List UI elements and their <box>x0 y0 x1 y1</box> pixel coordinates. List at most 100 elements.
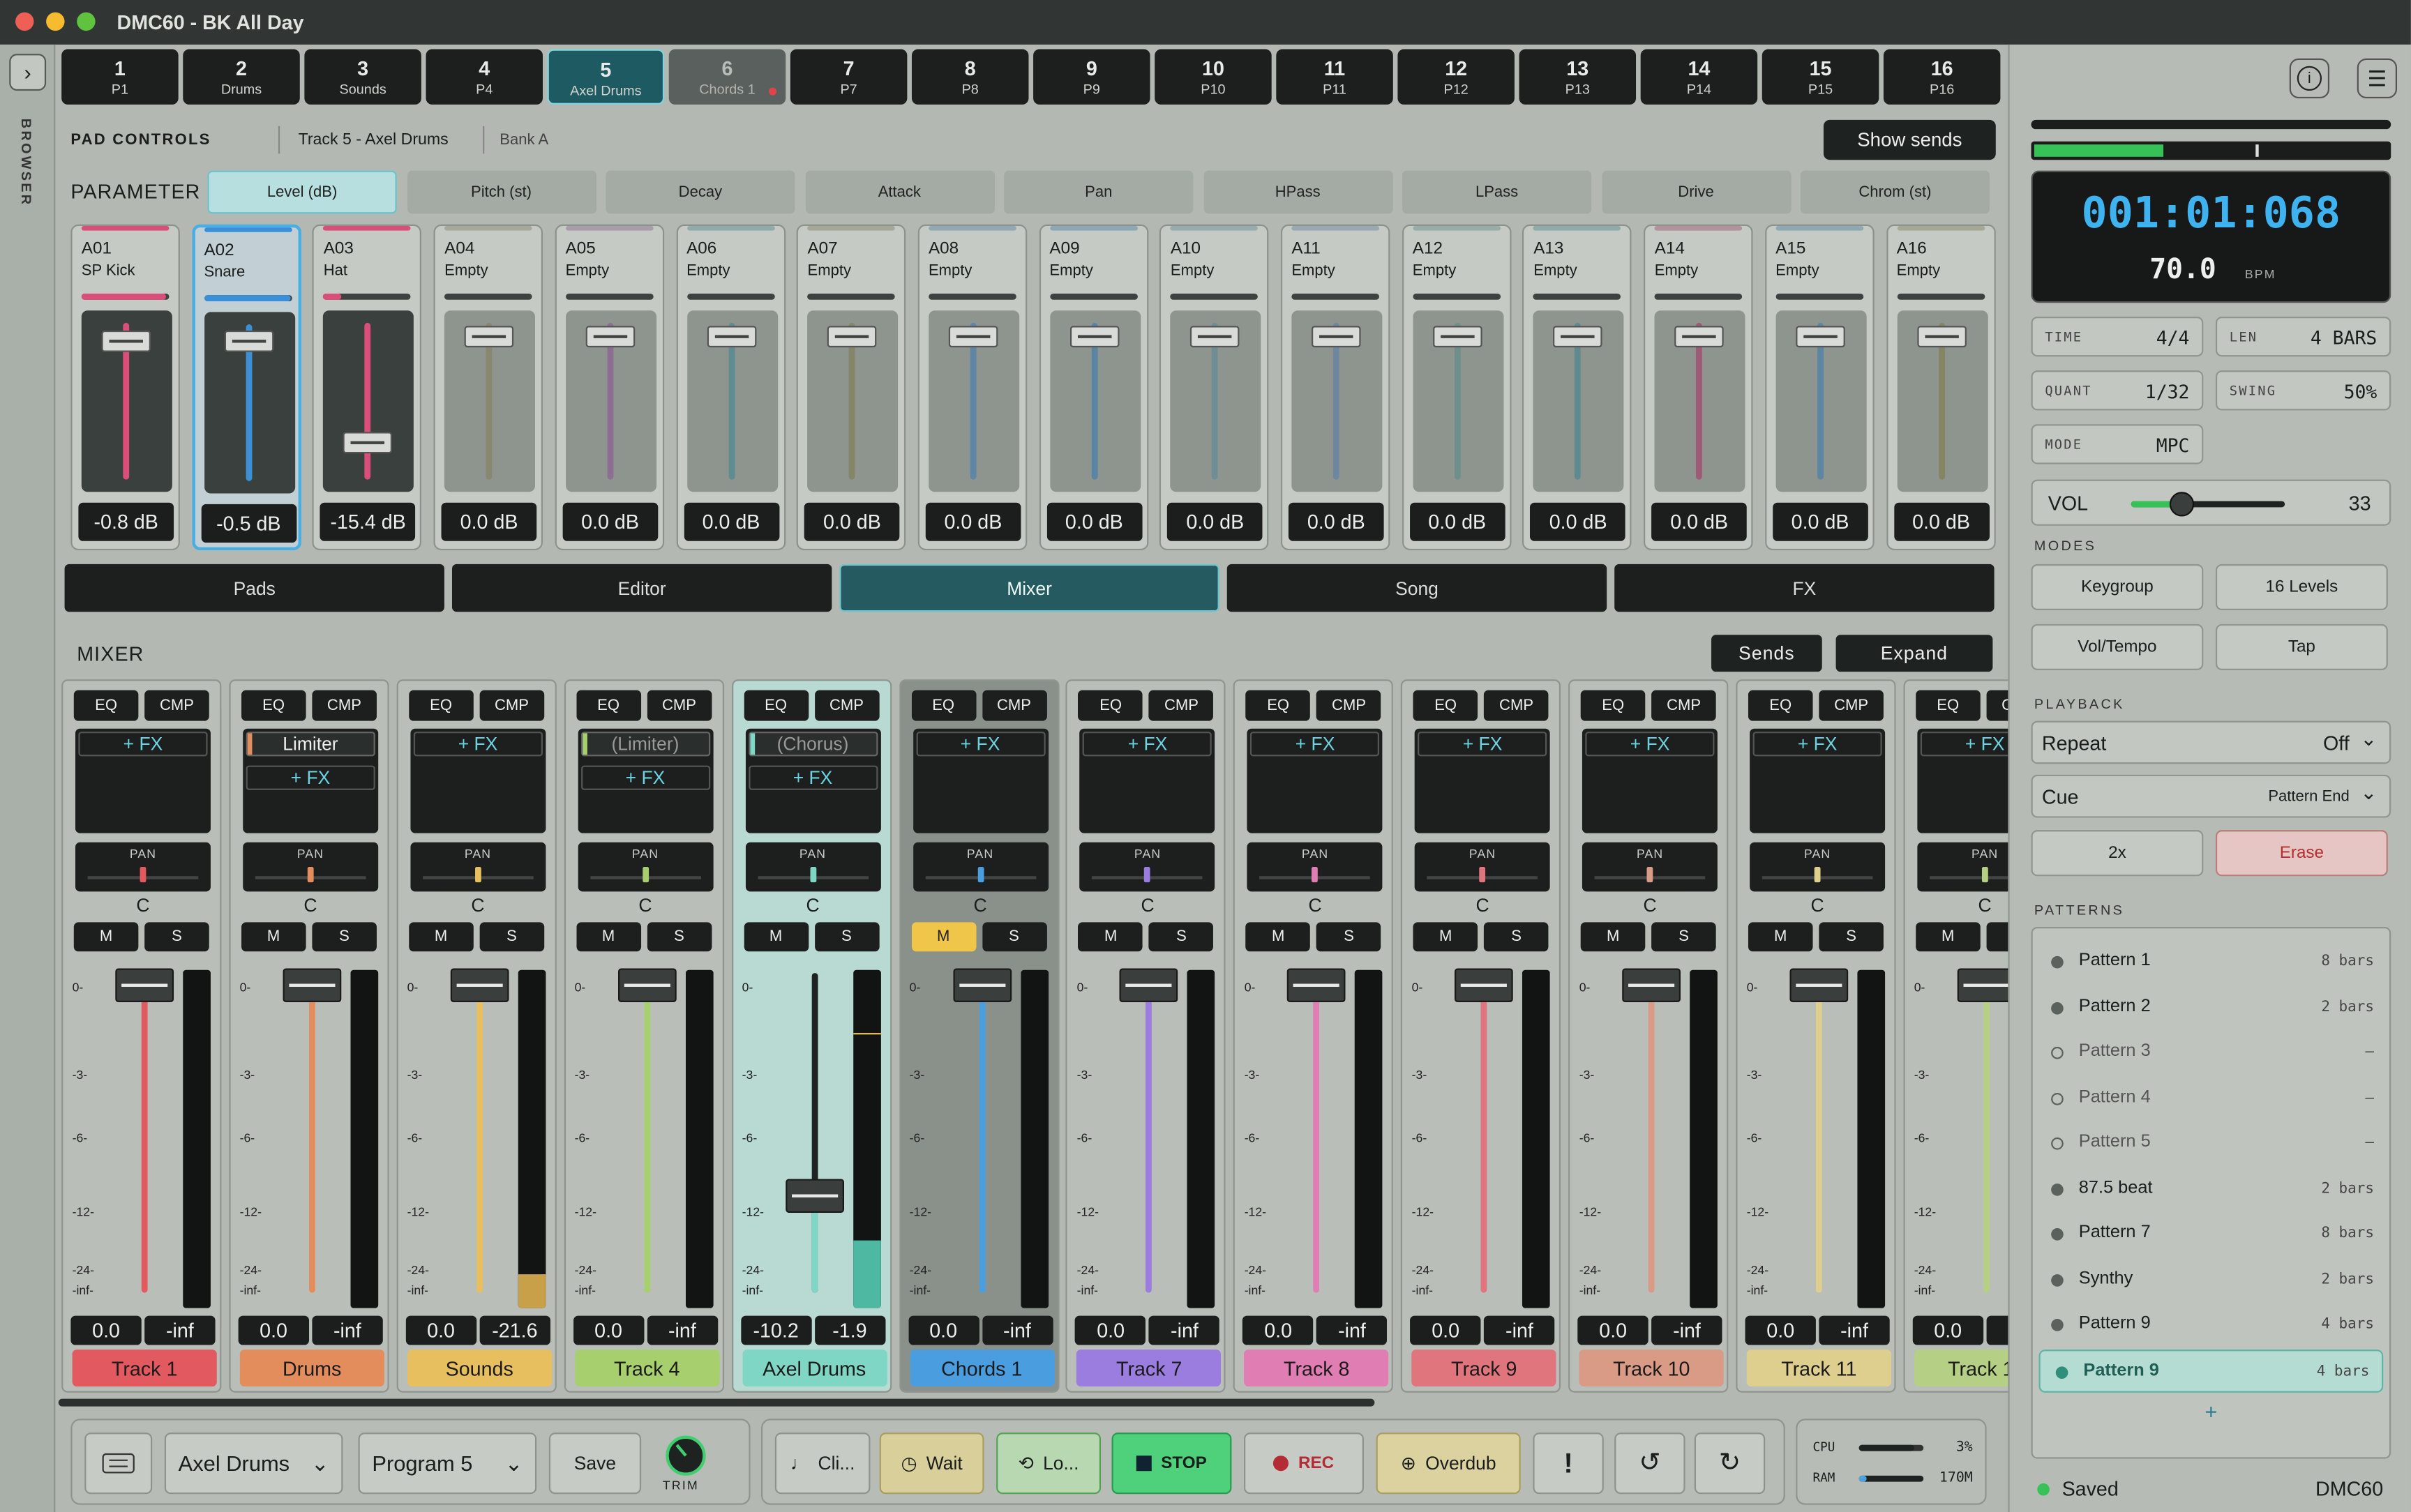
time-signature-field[interactable]: TIME 4/4 <box>2031 317 2204 357</box>
repeat-select[interactable]: Repeat Off ⌄ <box>2031 720 2391 764</box>
add-fx-button[interactable]: + FX <box>246 765 375 790</box>
pan-control[interactable]: PAN <box>1917 842 2008 892</box>
keygroup-button[interactable]: Keygroup <box>2031 564 2204 610</box>
eq-button[interactable]: EQ <box>1245 690 1311 721</box>
pad-fader[interactable] <box>1533 310 1625 492</box>
mute-button[interactable]: M <box>1078 922 1143 952</box>
pan-knob[interactable] <box>1814 867 1821 883</box>
eq-button[interactable]: EQ <box>73 690 139 721</box>
solo-button[interactable]: S <box>1819 922 1884 952</box>
track-tab-14[interactable]: 14 P14 <box>1640 49 1758 105</box>
volume-slider-thumb[interactable] <box>2169 492 2195 517</box>
view-tab-song[interactable]: Song <box>1226 564 1607 612</box>
eq-button[interactable]: EQ <box>1915 690 1981 721</box>
pan-knob[interactable] <box>1479 867 1486 883</box>
mute-button[interactable]: M <box>241 922 306 952</box>
view-tab-fx[interactable]: FX <box>1614 564 1995 612</box>
pad-fader[interactable] <box>686 310 778 492</box>
pan-knob[interactable] <box>307 867 314 883</box>
loop-button[interactable]: ⟲ Lo... <box>996 1432 1102 1495</box>
minimize-window-button[interactable] <box>46 12 65 31</box>
position-scrubber[interactable] <box>2031 119 2391 130</box>
pan-knob[interactable] <box>140 867 147 883</box>
pattern-row[interactable]: Pattern 9 4 bars <box>2038 1349 2384 1392</box>
pan-knob[interactable] <box>1981 867 1988 883</box>
track-tab-15[interactable]: 15 P15 <box>1762 49 1879 105</box>
track-name[interactable]: Track 7 <box>1076 1350 1222 1387</box>
pad-fader[interactable] <box>1412 310 1503 492</box>
program-select[interactable]: Program 5 ⌄ <box>358 1432 537 1495</box>
sends-button[interactable]: Sends <box>1711 635 1822 672</box>
track-name[interactable]: Track 10 <box>1579 1350 1724 1387</box>
pad-fader-handle[interactable] <box>343 431 393 453</box>
pad-fader[interactable] <box>565 310 656 492</box>
pan-control[interactable]: PAN <box>912 842 1049 892</box>
compressor-button[interactable]: CMP <box>814 690 879 721</box>
mode-field[interactable]: MODE MPC <box>2031 424 2204 464</box>
pad-A05[interactable]: A05 Empty 0.0 dB <box>555 224 664 551</box>
view-tab-editor[interactable]: Editor <box>451 564 832 612</box>
volume-fader-handle[interactable] <box>617 968 677 1003</box>
pan-control[interactable]: PAN <box>1247 842 1383 892</box>
mute-button[interactable]: M <box>73 922 139 952</box>
16-levels-button[interactable]: 16 Levels <box>2215 564 2388 610</box>
kit-select[interactable]: Axel Drums ⌄ <box>164 1432 343 1495</box>
pad-A12[interactable]: A12 Empty 0.0 dB <box>1402 224 1511 551</box>
pad-A16[interactable]: A16 Empty 0.0 dB <box>1886 224 1995 551</box>
alert-button[interactable]: ! <box>1533 1432 1604 1495</box>
browser-toggle-button[interactable]: › <box>9 54 47 91</box>
pad-fader-handle[interactable] <box>464 326 514 348</box>
pad-fader-handle[interactable] <box>1069 326 1119 348</box>
save-button[interactable]: Save <box>548 1432 642 1495</box>
track-tab-6[interactable]: 6 Chords 1 <box>668 49 786 105</box>
length-field[interactable]: LEN 4 BARS <box>2215 317 2391 357</box>
swing-field[interactable]: SWING 50% <box>2215 370 2391 411</box>
add-fx-button[interactable]: + FX <box>580 765 710 790</box>
track-name[interactable]: Chords 1 <box>909 1350 1054 1387</box>
volume-fader-handle[interactable] <box>785 1179 844 1214</box>
pan-knob[interactable] <box>977 867 984 883</box>
compressor-button[interactable]: CMP <box>1316 690 1381 721</box>
track-name[interactable]: Track 12 <box>1914 1350 2008 1387</box>
solo-button[interactable]: S <box>479 922 544 952</box>
pad-fader-handle[interactable] <box>1312 326 1361 348</box>
pad-fader-handle[interactable] <box>1795 326 1845 348</box>
vol-tempo-button[interactable]: Vol/Tempo <box>2031 623 2204 670</box>
pan-control[interactable]: PAN <box>1582 842 1718 892</box>
pattern-row[interactable]: Pattern 3 – <box>2036 1031 2387 1075</box>
track-tab-11[interactable]: 11 P11 <box>1276 49 1393 105</box>
expand-button[interactable]: Expand <box>1835 635 1993 672</box>
track-name[interactable]: Track 1 <box>72 1350 217 1387</box>
pan-control[interactable]: PAN <box>242 842 378 892</box>
solo-button[interactable]: S <box>1316 922 1381 952</box>
mute-button[interactable]: M <box>910 922 976 952</box>
compressor-button[interactable]: CMP <box>1986 690 2008 721</box>
track-name[interactable]: Axel Drums <box>742 1350 887 1387</box>
pattern-row[interactable]: Pattern 7 8 bars <box>2036 1213 2387 1256</box>
volume-slider[interactable] <box>2131 492 2285 517</box>
pan-knob[interactable] <box>1312 867 1319 883</box>
pan-knob[interactable] <box>642 867 649 883</box>
compressor-button[interactable]: CMP <box>1149 690 1214 721</box>
compressor-button[interactable]: CMP <box>1651 690 1716 721</box>
mute-button[interactable]: M <box>1245 922 1311 952</box>
compressor-button[interactable]: CMP <box>1819 690 1884 721</box>
param-button-6[interactable]: LPass <box>1402 170 1592 214</box>
pad-A14[interactable]: A14 Empty 0.0 dB <box>1644 224 1753 551</box>
solo-button[interactable]: S <box>982 922 1046 952</box>
track-tab-7[interactable]: 7 P7 <box>790 49 908 105</box>
pad-fader-handle[interactable] <box>1190 326 1240 348</box>
rec-button[interactable]: REC <box>1244 1432 1364 1495</box>
volume-fader-handle[interactable] <box>1957 968 2008 1003</box>
param-button-8[interactable]: Chrom (st) <box>1800 170 1990 214</box>
pattern-row[interactable]: Synthy 2 bars <box>2036 1258 2387 1301</box>
eq-button[interactable]: EQ <box>576 690 641 721</box>
track-tab-10[interactable]: 10 P10 <box>1155 49 1272 105</box>
pan-control[interactable]: PAN <box>578 842 713 892</box>
pattern-row[interactable]: 87.5 beat 2 bars <box>2036 1167 2387 1211</box>
track-name[interactable]: Drums <box>239 1350 384 1387</box>
mute-button[interactable]: M <box>1580 922 1646 952</box>
trim-knob[interactable] <box>666 1435 706 1476</box>
pad-A13[interactable]: A13 Empty 0.0 dB <box>1522 224 1632 551</box>
fx-slot[interactable]: (Chorus) <box>748 732 878 757</box>
